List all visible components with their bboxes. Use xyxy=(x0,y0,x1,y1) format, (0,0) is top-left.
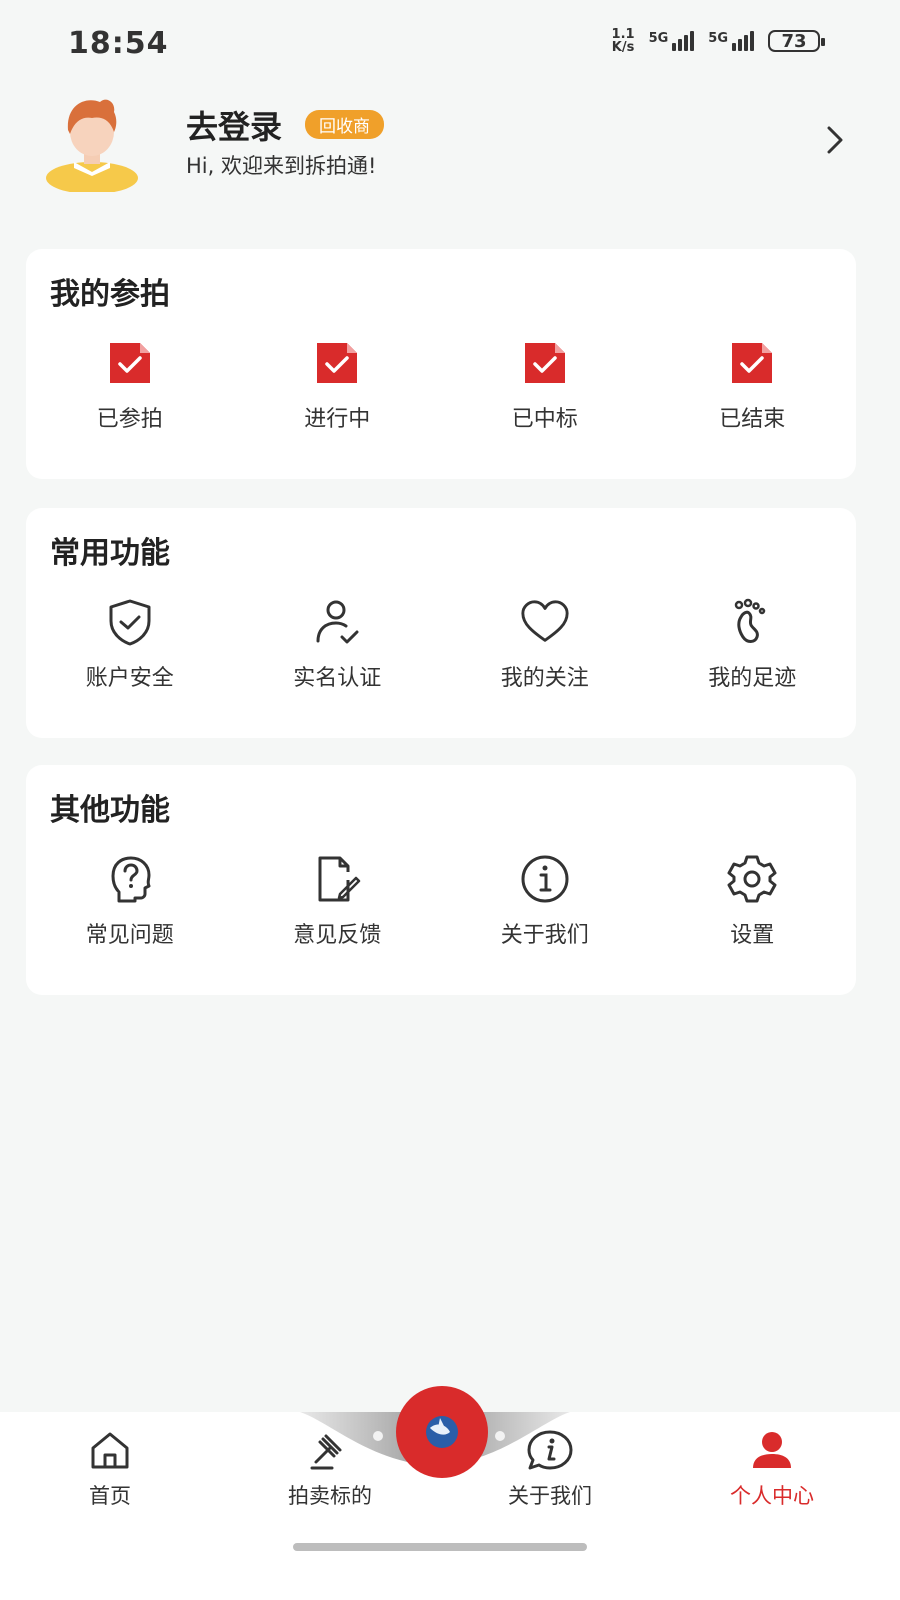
my-follows-label: 我的关注 xyxy=(500,666,589,691)
doc-check-icon xyxy=(104,337,156,389)
info-chat-icon xyxy=(527,1430,573,1470)
auction-ended-label: 已结束 xyxy=(719,407,786,432)
welcome-text: Hi, 欢迎来到拆拍通! xyxy=(186,154,377,178)
common-functions-title: 常用功能 xyxy=(50,536,170,571)
my-follows[interactable]: 我的关注 xyxy=(441,596,649,692)
other-functions-card: 其他功能 常见问题 意见反馈 关于我们 设置 xyxy=(26,765,856,995)
nav-home[interactable]: 首页 xyxy=(40,1428,180,1510)
nav-auction-items-label: 拍卖标的 xyxy=(288,1484,372,1508)
signal-icon: 5G xyxy=(708,31,754,51)
doc-check-icon xyxy=(311,337,363,389)
battery-icon: 73 xyxy=(768,30,825,52)
person-icon xyxy=(753,1432,791,1468)
home-icon xyxy=(91,1432,129,1469)
gavel-icon xyxy=(310,1434,342,1470)
question-head-icon xyxy=(104,853,156,905)
center-action-button[interactable] xyxy=(396,1386,488,1478)
network-speed: 1.1 K/s xyxy=(612,28,635,54)
auction-ongoing[interactable]: 进行中 xyxy=(234,337,442,433)
feedback[interactable]: 意见反馈 xyxy=(234,853,442,949)
signal-icon: 5G xyxy=(649,31,695,51)
doc-check-icon xyxy=(726,337,778,389)
globe-icon xyxy=(426,1416,458,1448)
settings-label: 设置 xyxy=(730,923,775,948)
home-indicator[interactable] xyxy=(293,1543,587,1551)
role-badge: 回收商 xyxy=(305,110,384,139)
real-name-auth-label: 实名认证 xyxy=(293,666,382,691)
nav-personal-center[interactable]: 个人中心 xyxy=(702,1428,842,1510)
bottom-nav: 首页 拍卖标的 关于我们 个人中心 xyxy=(0,1386,900,1600)
other-functions-title: 其他功能 xyxy=(50,793,170,828)
real-name-auth[interactable]: 实名认证 xyxy=(234,596,442,692)
gear-icon xyxy=(726,853,778,905)
my-footprints-label: 我的足迹 xyxy=(708,666,797,691)
nav-about-us-label: 关于我们 xyxy=(508,1484,592,1508)
nav-auction-items[interactable]: 拍卖标的 xyxy=(260,1428,400,1510)
faq-label: 常见问题 xyxy=(85,923,174,948)
shield-check-icon xyxy=(104,596,156,648)
battery-level: 73 xyxy=(781,30,807,52)
user-check-icon xyxy=(311,596,363,648)
doc-check-icon xyxy=(519,337,571,389)
auction-joined[interactable]: 已参拍 xyxy=(26,337,234,433)
info-circle-icon xyxy=(519,853,571,905)
feedback-doc-icon xyxy=(311,853,363,905)
nav-home-label: 首页 xyxy=(89,1484,131,1508)
status-time: 18:54 xyxy=(68,26,169,61)
account-security-label: 账户安全 xyxy=(85,666,174,691)
about-us[interactable]: 关于我们 xyxy=(441,853,649,949)
about-us-label: 关于我们 xyxy=(500,923,589,948)
auction-ended[interactable]: 已结束 xyxy=(649,337,857,433)
faq[interactable]: 常见问题 xyxy=(26,853,234,949)
nav-personal-center-label: 个人中心 xyxy=(730,1484,814,1508)
auction-ongoing-label: 进行中 xyxy=(304,407,371,432)
chevron-right-icon[interactable] xyxy=(824,122,848,158)
feedback-label: 意见反馈 xyxy=(293,923,382,948)
common-functions-card: 常用功能 账户安全 实名认证 我的关注 我的足迹 xyxy=(26,508,856,738)
sim2-label: 5G xyxy=(708,31,728,46)
my-auctions-title: 我的参拍 xyxy=(50,277,170,312)
heart-icon xyxy=(519,596,571,648)
network-speed-unit: K/s xyxy=(611,40,635,55)
sim1-label: 5G xyxy=(648,31,669,46)
auction-won[interactable]: 已中标 xyxy=(441,337,649,433)
login-link[interactable]: 去登录 xyxy=(186,102,282,148)
auction-joined-label: 已参拍 xyxy=(96,407,163,432)
avatar xyxy=(46,99,138,192)
my-auctions-card: 我的参拍 已参拍 进行中 已中标 已结束 xyxy=(26,249,856,479)
auction-won-label: 已中标 xyxy=(511,407,578,432)
profile-header[interactable]: 去登录 回收商 Hi, 欢迎来到拆拍通! xyxy=(0,90,900,210)
nav-about-us[interactable]: 关于我们 xyxy=(480,1428,620,1510)
my-footprints[interactable]: 我的足迹 xyxy=(649,596,857,692)
account-security[interactable]: 账户安全 xyxy=(26,596,234,692)
status-indicators: 1.1 K/s 5G 5G 73 xyxy=(612,28,825,54)
settings[interactable]: 设置 xyxy=(649,853,857,949)
footprint-icon xyxy=(726,596,778,648)
status-bar: 18:54 1.1 K/s 5G 5G 73 xyxy=(0,0,900,90)
